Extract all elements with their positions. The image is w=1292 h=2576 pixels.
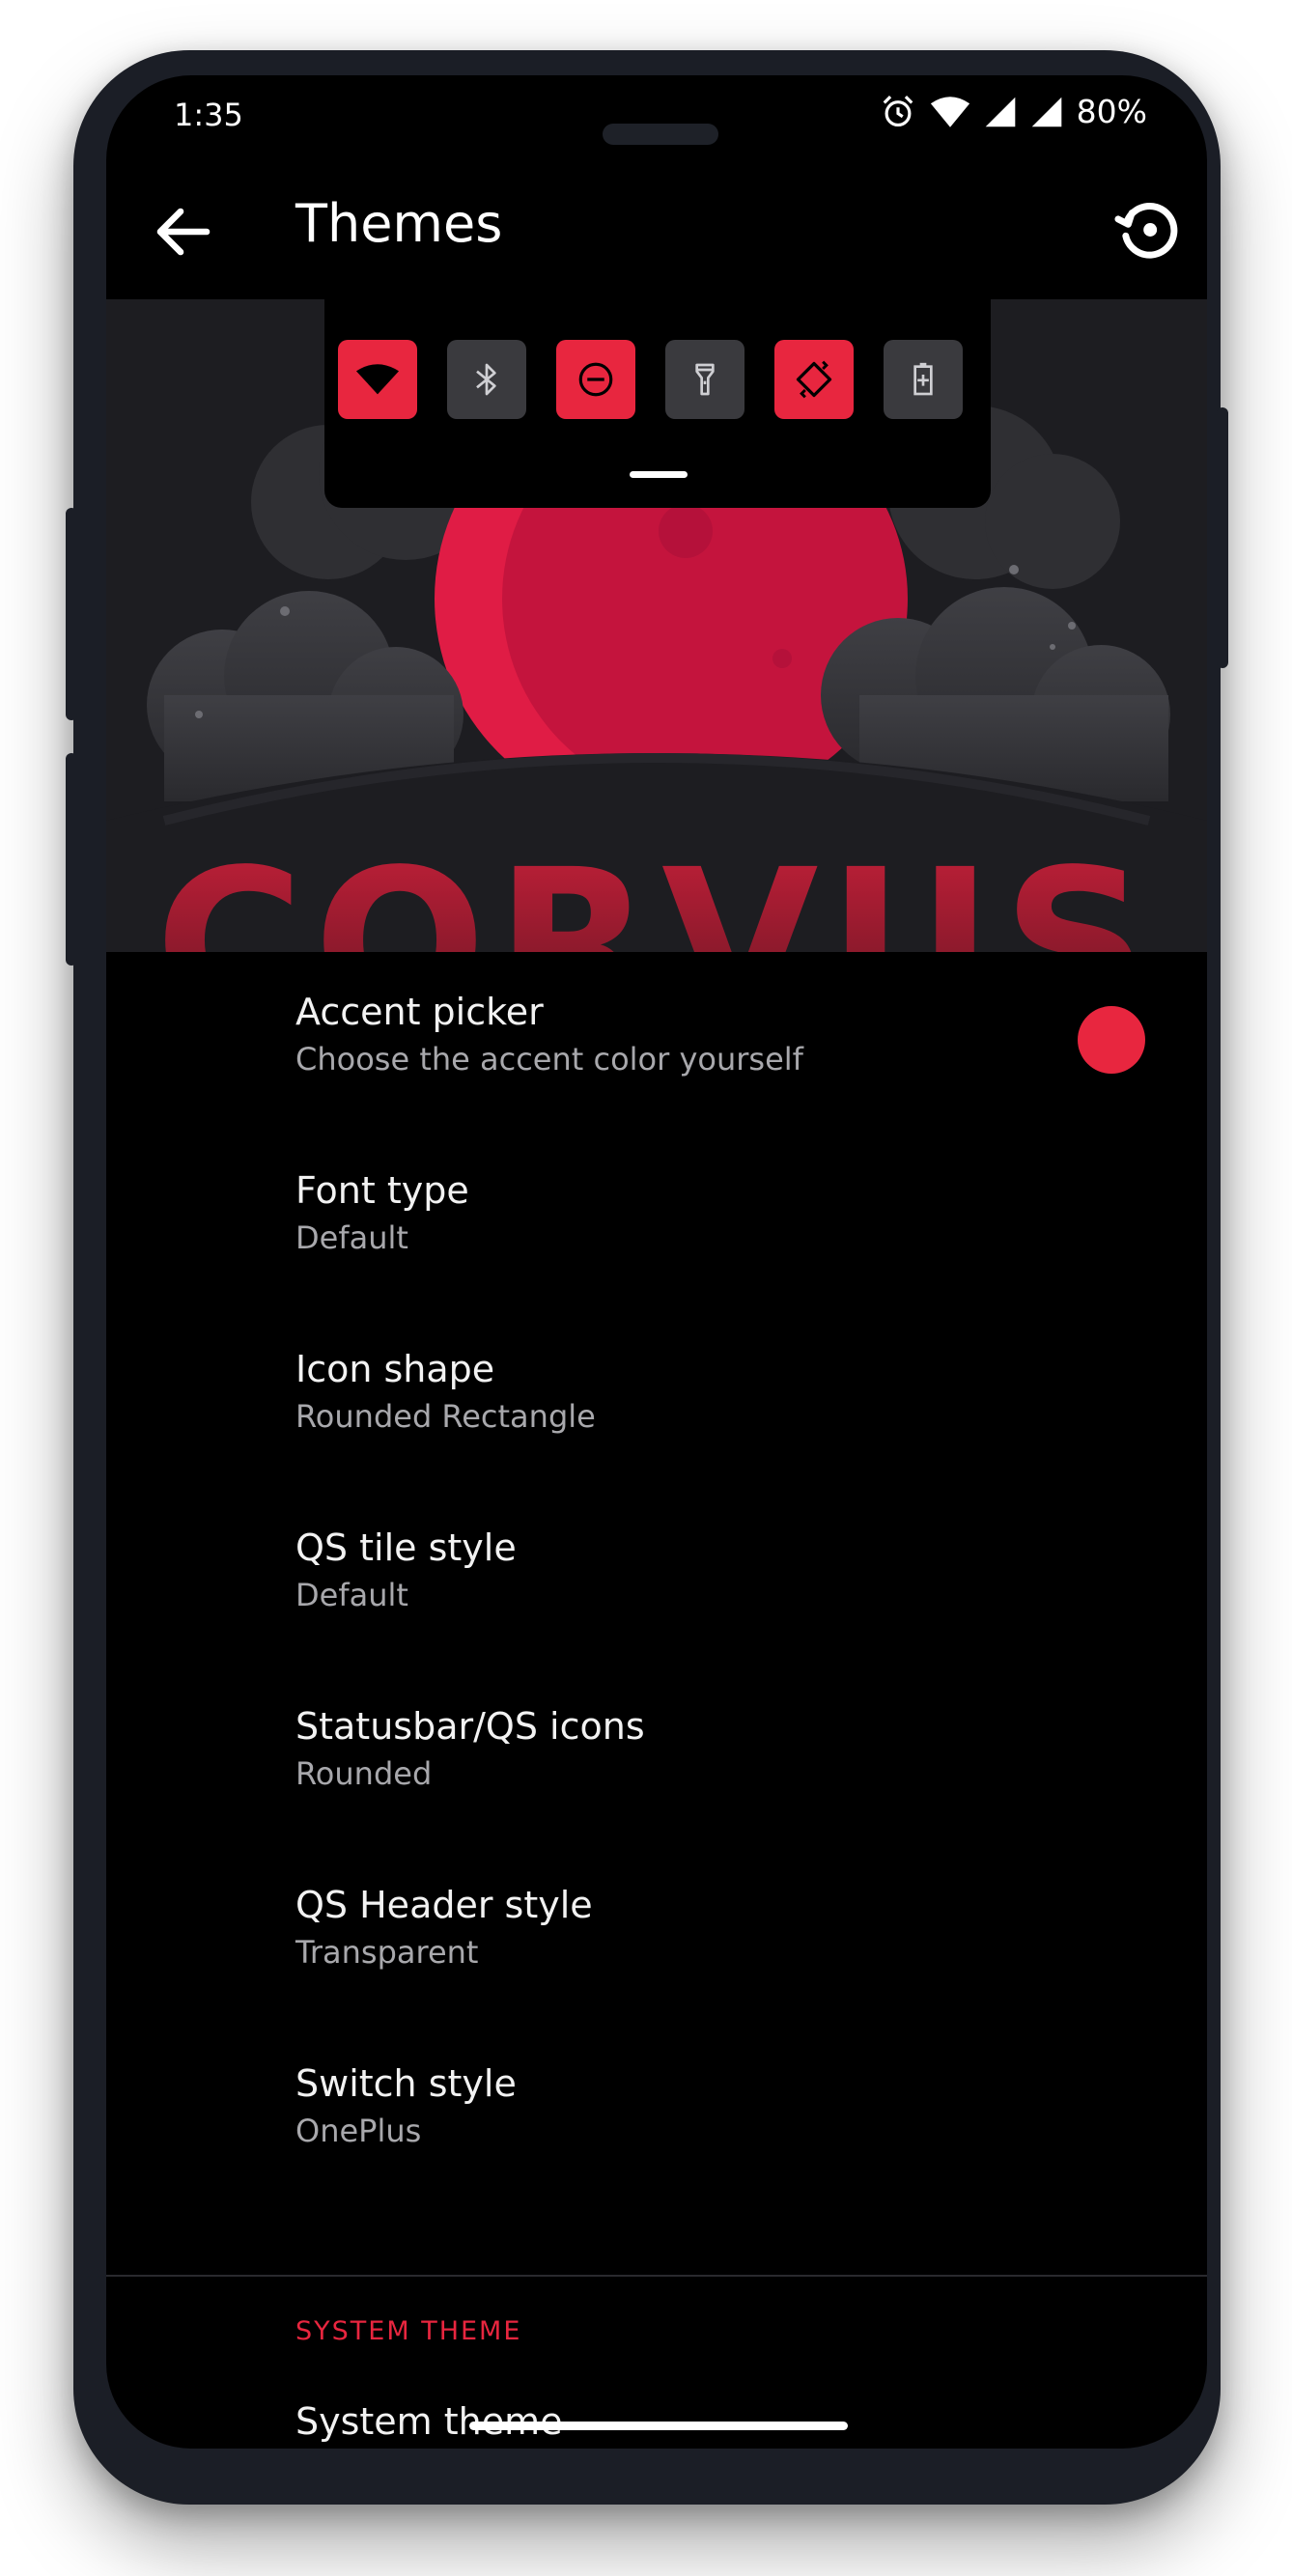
app-toolbar: Themes (106, 172, 1207, 297)
dnd-icon (578, 362, 613, 397)
battery-saver-icon (913, 362, 933, 396)
setting-subtitle: Default (295, 1577, 408, 1613)
signal-icon (985, 97, 1015, 126)
flashlight-icon (695, 363, 715, 396)
qs-tile-flashlight (665, 340, 744, 419)
qs-drag-handle (630, 471, 688, 478)
status-icons: 80% (880, 93, 1147, 130)
setting-title: Font type (295, 1169, 469, 1212)
theme-preview: CORVUS (106, 299, 1207, 952)
gesture-nav-handle[interactable] (469, 2422, 848, 2430)
setting-subtitle: Transparent (295, 1934, 479, 1971)
bluetooth-icon (476, 363, 496, 396)
qs-tile-bluetooth (447, 340, 526, 419)
accent-color-swatch (1078, 1006, 1145, 1074)
setting-font-type[interactable]: Font type Default (106, 1131, 1207, 1310)
setting-qs-tile-style[interactable]: QS tile style Default (106, 1488, 1207, 1667)
qs-tile-dnd (556, 340, 635, 419)
corvus-logo: CORVUS (155, 826, 1159, 952)
battery-percent: 80% (1076, 93, 1147, 130)
volume-button (66, 508, 77, 720)
setting-icon-shape[interactable]: Icon shape Rounded Rectangle (106, 1309, 1207, 1489)
page-title: Themes (295, 193, 503, 254)
setting-accent-picker[interactable]: Accent picker Choose the accent color yo… (106, 952, 1207, 1132)
setting-subtitle: Default (295, 1219, 408, 1256)
wifi-icon (930, 96, 969, 127)
setting-subtitle: Rounded (295, 1755, 433, 1792)
phone-screen: 1:35 80% Themes CORVUS Accent picker Cho… (106, 75, 1207, 2449)
setting-title: QS Header style (295, 1884, 593, 1926)
setting-title: Icon shape (295, 1348, 495, 1390)
qs-tile-battery-saver (884, 340, 963, 419)
volume-button (66, 753, 77, 966)
setting-subtitle: Rounded Rectangle (295, 1398, 596, 1435)
section-header-system-theme: SYSTEM THEME (295, 2316, 522, 2346)
setting-title: Switch style (295, 2062, 517, 2105)
alarm-icon (883, 95, 913, 126)
setting-system-theme[interactable]: System theme (106, 2362, 1207, 2449)
earpiece-speaker (603, 124, 718, 145)
setting-qs-header-style[interactable]: QS Header style Transparent (106, 1845, 1207, 2025)
qs-tile-auto-rotate (774, 340, 854, 419)
signal-icon (1031, 97, 1061, 126)
back-button[interactable] (149, 197, 218, 266)
qs-panel-preview (324, 299, 991, 508)
restore-icon (1114, 203, 1178, 259)
reset-button[interactable] (1110, 193, 1184, 266)
setting-title: Accent picker (295, 991, 544, 1033)
setting-switch-style[interactable]: Switch style OnePlus (106, 2024, 1207, 2203)
power-button (1217, 407, 1228, 668)
setting-title: Statusbar/QS icons (295, 1705, 645, 1748)
auto-rotate-icon (796, 360, 832, 399)
status-time: 1:35 (174, 97, 243, 133)
arrow-left-icon (156, 208, 211, 256)
qs-tile-wifi (338, 340, 417, 419)
setting-subtitle: OnePlus (295, 2113, 422, 2149)
setting-statusbar-qs-icons[interactable]: Statusbar/QS icons Rounded (106, 1666, 1207, 1846)
status-bar: 1:35 80% (106, 75, 1207, 153)
wifi-icon (355, 364, 400, 395)
setting-subtitle: Choose the accent color yourself (295, 1041, 803, 1078)
setting-title: QS tile style (295, 1526, 517, 1569)
section-divider (106, 2275, 1207, 2277)
